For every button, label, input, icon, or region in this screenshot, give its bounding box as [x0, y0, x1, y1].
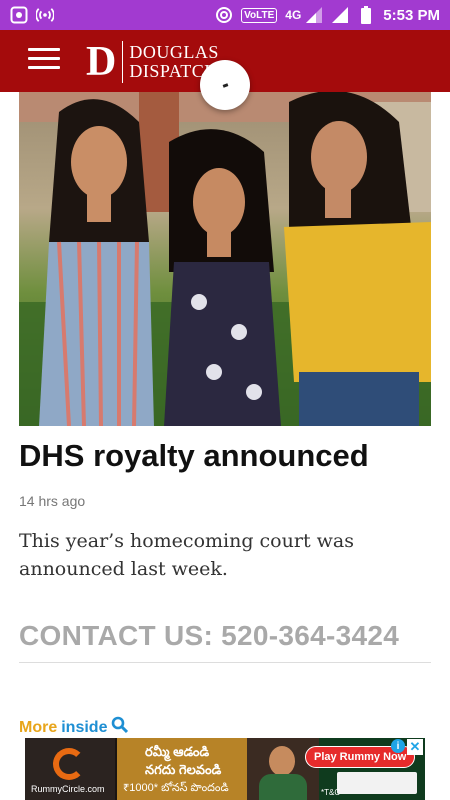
ad-terms: *T&C — [321, 788, 341, 797]
ad-text-panel: రమ్మీ ఆడండి నగదు గెలవండి ₹1000* బోనస్ పొ… — [117, 738, 247, 800]
logo-line-1: DOUGLAS — [129, 42, 219, 62]
ad-info-icon[interactable]: i — [391, 739, 405, 753]
wifi-calling-icon — [215, 6, 233, 24]
hamburger-menu-icon[interactable] — [28, 48, 60, 74]
network-type-label: 4G — [285, 8, 302, 22]
article-headline[interactable]: DHS royalty announced — [19, 438, 431, 474]
rummy-logo-icon — [53, 748, 85, 780]
ad-close-icon[interactable]: ✕ — [407, 739, 423, 755]
divider — [19, 662, 431, 663]
more-inside-link[interactable]: More inside — [19, 716, 129, 739]
article-summary: This year’s homecoming court was announc… — [19, 530, 354, 580]
search-icon — [111, 716, 129, 739]
article-timestamp: 14 hrs ago — [19, 493, 86, 509]
hotspot-icon — [36, 6, 54, 24]
more-inside-word-more: More — [19, 718, 58, 736]
status-bar: VoLTE 4G 5:53 PM — [0, 0, 450, 30]
playing-cards-icon — [337, 772, 417, 794]
battery-icon — [357, 6, 375, 24]
ad-telugu-line-1: రమ్మీ ఆడండి — [145, 744, 210, 759]
clock: 5:53 PM — [383, 6, 440, 24]
ad-brand-panel: RummyCircle.com — [25, 738, 115, 800]
ad-person-image — [247, 738, 319, 800]
screenshot-icon — [10, 6, 28, 24]
volte-badge: VoLTE — [241, 7, 278, 23]
loading-spinner-icon — [200, 60, 250, 110]
ad-bonus-line: ₹1000* బోనస్ పొందండి — [123, 782, 229, 794]
ad-telugu-line-2: నగదు గెలవండి — [145, 762, 222, 777]
ad-brand-name: RummyCircle.com — [31, 784, 105, 794]
article-hero-image[interactable] — [19, 92, 431, 426]
logo-letter: D — [86, 41, 124, 83]
signal-icon — [331, 6, 349, 24]
ad-banner[interactable]: RummyCircle.com రమ్మీ ఆడండి నగదు గెలవండి… — [25, 738, 425, 800]
contact-phone[interactable]: CONTACT US: 520-364-3424 — [19, 620, 399, 652]
site-logo[interactable]: D DOUGLAS DISPATCH — [86, 40, 219, 84]
signal-icon — [305, 6, 323, 24]
more-inside-word-inside: inside — [61, 718, 108, 736]
